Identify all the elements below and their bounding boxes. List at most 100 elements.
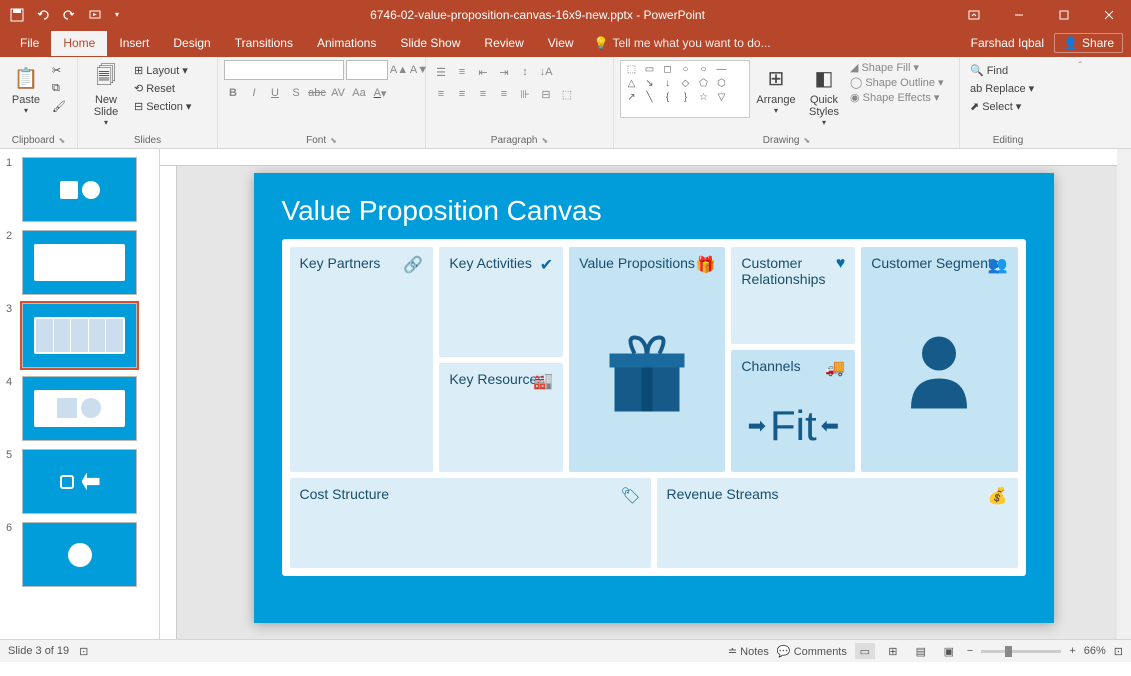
comments-button[interactable]: 💬 Comments bbox=[777, 645, 847, 658]
paste-button[interactable]: 📋 Paste▾ bbox=[6, 60, 46, 117]
thumbnail-1[interactable]: 1 bbox=[0, 153, 159, 226]
tab-design[interactable]: Design bbox=[161, 31, 222, 56]
save-button[interactable] bbox=[6, 4, 28, 26]
spell-check-icon[interactable]: ⊡ bbox=[79, 645, 88, 658]
thumbnail-2[interactable]: 2 bbox=[0, 226, 159, 299]
thumbnail-4[interactable]: 4 bbox=[0, 372, 159, 445]
new-slide-icon: 🗐 bbox=[90, 62, 122, 94]
text-direction-button[interactable]: ↓A bbox=[537, 63, 555, 81]
decrease-indent-button[interactable]: ⇤ bbox=[474, 63, 492, 81]
group-drawing: ⬚▭◻○○— △↘↓◇⬠⬡ ↗╲{}☆▽ ⊞ Arrange▾ ◧ Quick … bbox=[614, 57, 960, 148]
canvas-area: Value Proposition Canvas Key Partners 🔗 … bbox=[160, 149, 1131, 639]
slideshow-view-button[interactable]: ▣ bbox=[939, 643, 959, 659]
collapse-ribbon-button[interactable]: ˆ bbox=[1079, 61, 1082, 72]
spacing-button[interactable]: AV bbox=[329, 84, 347, 102]
shape-effects-button[interactable]: ◉Shape Effects ▾ bbox=[850, 90, 944, 105]
font-color-button[interactable]: A▾ bbox=[371, 84, 389, 102]
font-family-selector[interactable] bbox=[224, 60, 344, 80]
drawing-launcher[interactable]: ⬊ bbox=[803, 136, 810, 145]
redo-button[interactable] bbox=[58, 4, 80, 26]
user-name[interactable]: Farshad Iqbal bbox=[971, 36, 1044, 50]
tab-review[interactable]: Review bbox=[472, 31, 535, 56]
numbering-button[interactable]: ≡ bbox=[453, 63, 471, 81]
quick-styles-button[interactable]: ◧ Quick Styles▾ bbox=[802, 60, 846, 129]
align-center-button[interactable]: ≡ bbox=[453, 85, 471, 103]
zoom-in-button[interactable]: + bbox=[1069, 645, 1075, 657]
replace-button[interactable]: abReplace ▾ bbox=[966, 80, 1038, 97]
align-right-button[interactable]: ≡ bbox=[474, 85, 492, 103]
zoom-slider[interactable] bbox=[981, 650, 1061, 653]
fit-to-window-button[interactable]: ⊡ bbox=[1114, 645, 1123, 658]
paste-label: Paste bbox=[12, 94, 40, 106]
layout-button[interactable]: ⊞Layout ▾ bbox=[130, 62, 195, 79]
bold-button[interactable]: B bbox=[224, 84, 242, 102]
reset-button[interactable]: ⟲Reset bbox=[130, 80, 195, 97]
tab-home[interactable]: Home bbox=[51, 31, 107, 56]
start-from-beginning-button[interactable] bbox=[84, 4, 106, 26]
reset-icon: ⟲ bbox=[134, 82, 143, 95]
justify-button[interactable]: ≡ bbox=[495, 85, 513, 103]
case-button[interactable]: Aa bbox=[350, 84, 368, 102]
thumbnail-3[interactable]: 3 bbox=[0, 299, 159, 372]
tab-animations[interactable]: Animations bbox=[305, 31, 388, 56]
layout-icon: ⊞ bbox=[134, 64, 143, 77]
tab-transitions[interactable]: Transitions bbox=[223, 31, 305, 56]
cut-button[interactable]: ✂ bbox=[48, 62, 70, 79]
group-paragraph: ☰ ≡ ⇤ ⇥ ↕ ↓A ≡ ≡ ≡ ≡ ⊪ ⊟ ⬚ Paragraph⬊ bbox=[426, 57, 614, 148]
share-icon: 👤 bbox=[1063, 36, 1078, 50]
notes-button[interactable]: ≐ Notes bbox=[728, 645, 769, 658]
shadow-button[interactable]: S bbox=[287, 84, 305, 102]
thumbnail-6[interactable]: 6 bbox=[0, 518, 159, 591]
strikethrough-button[interactable]: abc bbox=[308, 84, 326, 102]
increase-indent-button[interactable]: ⇥ bbox=[495, 63, 513, 81]
close-button[interactable] bbox=[1086, 0, 1131, 29]
section-icon: ⊟ bbox=[134, 100, 143, 113]
ribbon-display-options[interactable] bbox=[951, 0, 996, 29]
tab-view[interactable]: View bbox=[536, 31, 586, 56]
fit-text: ➡Fit⬅ bbox=[748, 402, 840, 450]
share-button[interactable]: 👤 Share bbox=[1054, 33, 1123, 53]
shape-fill-button[interactable]: ◢Shape Fill ▾ bbox=[850, 60, 944, 75]
undo-button[interactable] bbox=[32, 4, 54, 26]
maximize-button[interactable] bbox=[1041, 0, 1086, 29]
align-left-button[interactable]: ≡ bbox=[432, 85, 450, 103]
shapes-gallery[interactable]: ⬚▭◻○○— △↘↓◇⬠⬡ ↗╲{}☆▽ bbox=[620, 60, 750, 118]
users-icon: 👥 bbox=[988, 255, 1008, 275]
columns-button[interactable]: ⊪ bbox=[516, 85, 534, 103]
slide-indicator[interactable]: Slide 3 of 19 bbox=[8, 645, 69, 657]
normal-view-button[interactable]: ▭ bbox=[855, 643, 875, 659]
underline-button[interactable]: U bbox=[266, 84, 284, 102]
copy-button[interactable]: ⧉ bbox=[48, 80, 70, 97]
select-button[interactable]: ⬈Select ▾ bbox=[966, 98, 1038, 115]
clipboard-launcher[interactable]: ⬊ bbox=[59, 136, 66, 145]
zoom-level[interactable]: 66% bbox=[1084, 645, 1106, 657]
tell-me-search[interactable]: 💡 Tell me what you want to do... bbox=[586, 36, 771, 50]
sorter-view-button[interactable]: ⊞ bbox=[883, 643, 903, 659]
arrange-button[interactable]: ⊞ Arrange▾ bbox=[752, 60, 800, 117]
tab-insert[interactable]: Insert bbox=[107, 31, 161, 56]
qat-customize-button[interactable]: ▾ bbox=[110, 4, 124, 26]
thumbnail-5[interactable]: 5 bbox=[0, 445, 159, 518]
zoom-out-button[interactable]: − bbox=[967, 645, 973, 657]
vertical-scrollbar[interactable] bbox=[1117, 149, 1131, 639]
increase-font-button[interactable]: A▲ bbox=[390, 61, 408, 79]
font-size-selector[interactable] bbox=[346, 60, 388, 80]
new-slide-button[interactable]: 🗐 New Slide▾ bbox=[84, 60, 128, 129]
align-text-button[interactable]: ⊟ bbox=[537, 85, 555, 103]
bullets-button[interactable]: ☰ bbox=[432, 63, 450, 81]
find-button[interactable]: 🔍Find bbox=[966, 62, 1038, 79]
smartart-button[interactable]: ⬚ bbox=[558, 85, 576, 103]
minimize-button[interactable] bbox=[996, 0, 1041, 29]
section-button[interactable]: ⊟Section ▾ bbox=[130, 98, 195, 115]
font-launcher[interactable]: ⬊ bbox=[330, 136, 337, 145]
line-spacing-button[interactable]: ↕ bbox=[516, 63, 534, 81]
tab-slideshow[interactable]: Slide Show bbox=[388, 31, 472, 56]
italic-button[interactable]: I bbox=[245, 84, 263, 102]
reading-view-button[interactable]: ▤ bbox=[911, 643, 931, 659]
slide-canvas[interactable]: Value Proposition Canvas Key Partners 🔗 … bbox=[254, 173, 1054, 623]
format-painter-button[interactable]: 🖌 bbox=[48, 98, 70, 115]
tab-file[interactable]: File bbox=[8, 31, 51, 56]
shape-outline-button[interactable]: ◯Shape Outline ▾ bbox=[850, 75, 944, 90]
cell-channels: Channels 🚚 ➡Fit⬅ bbox=[731, 350, 855, 472]
paragraph-launcher[interactable]: ⬊ bbox=[542, 136, 549, 145]
